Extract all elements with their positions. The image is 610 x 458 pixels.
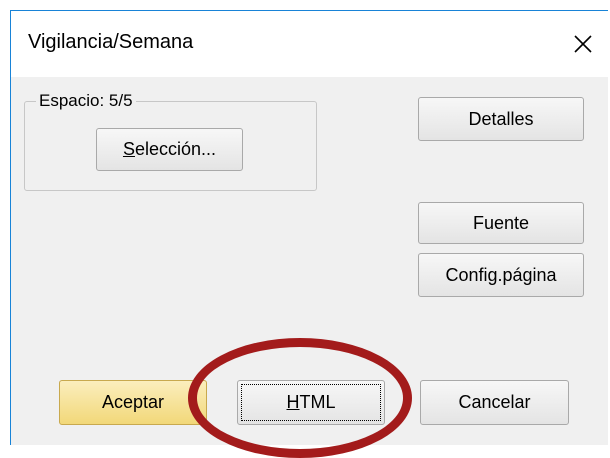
window-title: Vigilancia/Semana (28, 31, 194, 53)
cancel-label: Cancelar (458, 392, 531, 412)
selection-label: elección... (134, 139, 217, 159)
dialog-window: Vigilancia/Semana Espacio: 5/5 Selección… (10, 10, 608, 445)
page-setup-label: Config.página (445, 264, 557, 285)
space-legend: Espacio: 5/5 (36, 91, 136, 111)
details-button[interactable]: Detalles (418, 97, 584, 141)
html-button[interactable]: HTML (237, 380, 385, 425)
page-setup-button[interactable]: Config.página (418, 253, 584, 297)
title-bar: Vigilancia/Semana (11, 11, 608, 77)
selection-button[interactable]: Selección... (96, 128, 243, 171)
cancel-button[interactable]: Cancelar (420, 380, 569, 425)
close-icon (574, 35, 592, 53)
html-label: TML (299, 392, 336, 412)
details-label: Detalles (468, 108, 534, 129)
html-mnemonic: H (286, 392, 300, 412)
close-button[interactable] (548, 11, 608, 77)
font-button[interactable]: Fuente (418, 202, 584, 244)
font-label: Fuente (472, 212, 530, 233)
selection-mnemonic: S (122, 139, 135, 159)
accept-button[interactable]: Aceptar (59, 380, 207, 425)
accept-label: Aceptar (101, 392, 165, 412)
